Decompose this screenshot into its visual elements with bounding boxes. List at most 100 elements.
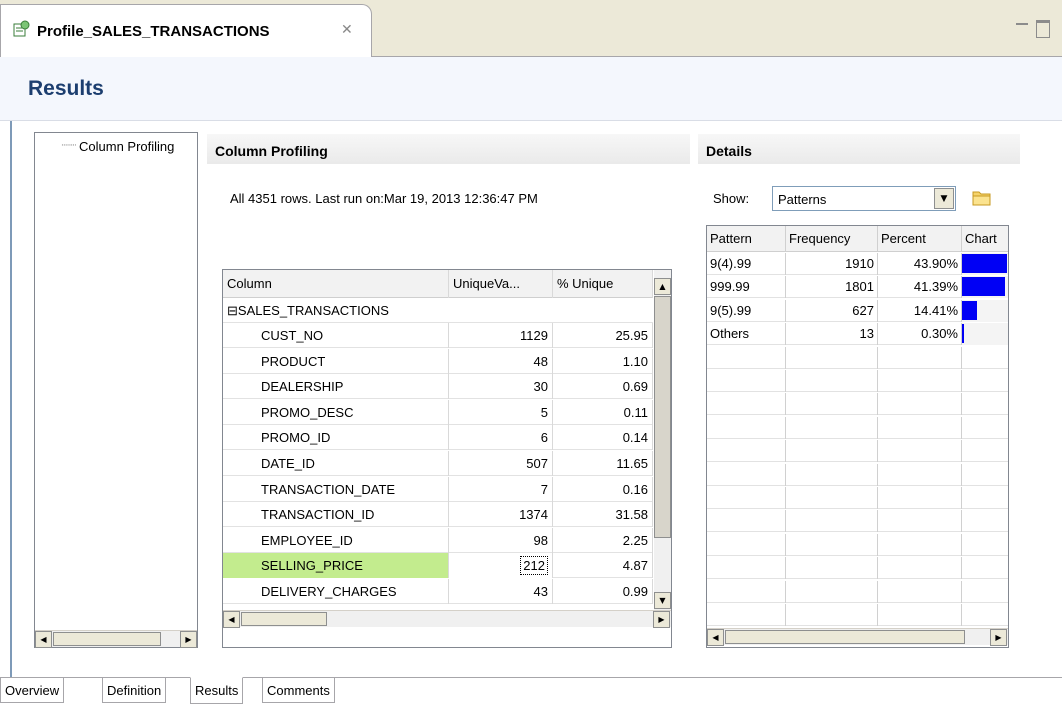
table-group-row[interactable]: ⊟SALES_TRANSACTIONS <box>223 298 653 323</box>
scroll-thumb[interactable] <box>241 612 327 626</box>
header-frequency[interactable]: Frequency <box>786 226 878 252</box>
scroll-right-icon[interactable]: ▶ <box>990 629 1007 646</box>
profile-icon <box>13 20 30 37</box>
run-info-text: All 4351 rows. Last run on:Mar 19, 2013 … <box>230 191 538 206</box>
table-row[interactable]: SELLING_PRICE 212 4.87 <box>223 553 653 579</box>
header-column[interactable]: Column <box>223 270 449 298</box>
table-row[interactable]: EMPLOYEE_ID 98 2.25 <box>223 527 653 553</box>
editor-tab-profile[interactable]: Profile_SALES_TRANSACTIONS ✕ <box>0 4 372 57</box>
cell-percent <box>878 580 962 603</box>
table-row[interactable]: TRANSACTION_DATE 7 0.16 <box>223 476 653 502</box>
cell-chart <box>962 440 1008 462</box>
details-row <box>707 580 1008 603</box>
cell-chart <box>962 370 1008 392</box>
tab-definition[interactable]: Definition <box>102 678 167 703</box>
table-row[interactable]: DEALERSHIP 30 0.69 <box>223 374 653 400</box>
scroll-right-icon[interactable]: ▶ <box>180 631 197 648</box>
cell-frequency <box>786 416 878 439</box>
details-row[interactable]: 999.99 1801 41.39% <box>707 276 1008 299</box>
cell-percent-unique: 11.65 <box>553 451 653 476</box>
cell-percent-unique: 31.58 <box>553 502 653 528</box>
scroll-left-icon[interactable]: ◀ <box>707 629 724 646</box>
cell-chart <box>962 417 1008 439</box>
table-vertical-scrollbar[interactable]: ▲ ▼ <box>654 270 671 616</box>
scroll-up-icon[interactable]: ▲ <box>654 278 671 295</box>
cell-percent-unique-text: 25.95 <box>615 328 648 343</box>
scroll-down-icon[interactable]: ▼ <box>654 592 671 609</box>
details-horizontal-scrollbar[interactable]: ◀ ▶ <box>707 628 1008 646</box>
table-row[interactable]: PRODUCT 48 1.10 <box>223 348 653 374</box>
minimize-icon[interactable] <box>1015 20 1031 34</box>
cell-percent: 43.90% <box>878 253 962 275</box>
table-row[interactable]: TRANSACTION_ID 1374 31.58 <box>223 502 653 528</box>
chevron-down-icon[interactable]: ▼ <box>934 188 954 209</box>
tab-overview[interactable]: Overview <box>0 678 65 703</box>
cell-chart <box>962 557 1008 579</box>
scroll-right-icon[interactable]: ▶ <box>653 611 670 628</box>
folder-icon[interactable] <box>972 189 992 206</box>
cell-unique-values-text: 212 <box>520 556 548 576</box>
cell-frequency <box>786 370 878 392</box>
cell-unique-values-text: 6 <box>540 430 548 446</box>
details-row <box>707 510 1008 533</box>
header-pattern[interactable]: Pattern <box>707 226 786 252</box>
tab-comments[interactable]: Comments <box>262 678 335 703</box>
pattern-bar <box>962 324 964 344</box>
cell-column-name-text: PROMO_DESC <box>261 404 354 420</box>
scroll-left-icon[interactable]: ◀ <box>223 611 240 628</box>
tab-results[interactable]: Results <box>190 677 244 704</box>
cell-frequency: 13 <box>786 323 878 346</box>
cell-chart <box>962 464 1008 486</box>
scroll-thumb[interactable] <box>53 632 161 646</box>
details-row <box>707 463 1008 486</box>
cell-column-name-text: PROMO_ID <box>261 430 331 446</box>
header-unique-values[interactable]: UniqueVa... <box>449 270 553 298</box>
tree-item-column-profiling[interactable]: Column Profiling <box>79 139 195 154</box>
header-percent-unique[interactable]: % Unique <box>553 270 653 298</box>
cell-column-name-text: TRANSACTION_ID <box>261 507 375 523</box>
cell-percent-unique: 0.14 <box>553 425 653 451</box>
pattern-bar <box>962 300 977 320</box>
maximize-icon[interactable] <box>1036 20 1052 38</box>
cell-percent <box>878 440 962 463</box>
table-row[interactable]: DATE_ID 507 11.65 <box>223 451 653 476</box>
cell-unique-values-text: 30 <box>533 379 548 395</box>
table-row[interactable]: PROMO_DESC 5 0.11 <box>223 399 653 425</box>
show-label: Show: <box>713 191 750 206</box>
details-row[interactable]: 9(4).99 1910 43.90% <box>707 253 1008 275</box>
cell-percent-unique-text: 0.16 <box>622 481 648 497</box>
tree-horizontal-scrollbar[interactable]: ◀ ▶ <box>35 630 197 648</box>
pattern-bar <box>962 254 1007 273</box>
cell-frequency: 1910 <box>786 253 878 275</box>
scroll-thumb[interactable] <box>725 630 965 644</box>
cell-column-name-text: DELIVERY_CHARGES <box>261 584 397 599</box>
cell-percent-unique-text: 4.87 <box>622 558 648 574</box>
table-row[interactable]: CUST_NO 1129 25.95 <box>223 323 653 348</box>
scroll-thumb[interactable] <box>654 296 671 538</box>
collapse-icon[interactable]: ⊟ <box>227 303 238 318</box>
cell-pattern: 999.99 <box>707 276 786 299</box>
cell-unique-values: 7 <box>449 476 553 502</box>
table-row[interactable]: DELIVERY_CHARGES 43 0.99 <box>223 579 653 604</box>
cell-percent-unique: 1.10 <box>553 348 653 374</box>
close-icon[interactable]: ✕ <box>341 22 353 38</box>
details-row <box>707 604 1008 626</box>
cell-column-name-text: EMPLOYEE_ID <box>261 532 353 548</box>
header-percent[interactable]: Percent <box>878 226 962 252</box>
cell-frequency <box>786 557 878 580</box>
cell-percent-unique-text: 11.65 <box>616 456 648 471</box>
table-horizontal-scrollbar[interactable]: ◀ ▶ <box>223 610 671 628</box>
details-row[interactable]: Others 13 0.30% <box>707 323 1008 346</box>
cell-percent-unique-text: 0.14 <box>622 430 648 446</box>
table-header: Column UniqueVa... % Unique <box>223 270 653 298</box>
header-chart[interactable]: Chart <box>962 226 1008 252</box>
cell-unique-values-text: 1374 <box>519 507 548 523</box>
show-dropdown-value: Patterns <box>778 192 827 207</box>
details-row[interactable]: 9(5).99 627 14.41% <box>707 299 1008 322</box>
table-row[interactable]: PROMO_ID 6 0.14 <box>223 425 653 451</box>
scroll-left-icon[interactable]: ◀ <box>35 631 52 648</box>
cell-percent <box>878 393 962 416</box>
cell-frequency: 1801 <box>786 276 878 299</box>
show-dropdown[interactable]: Patterns ▼ <box>772 186 956 211</box>
cell-column-name-text: DEALERSHIP <box>261 379 344 395</box>
